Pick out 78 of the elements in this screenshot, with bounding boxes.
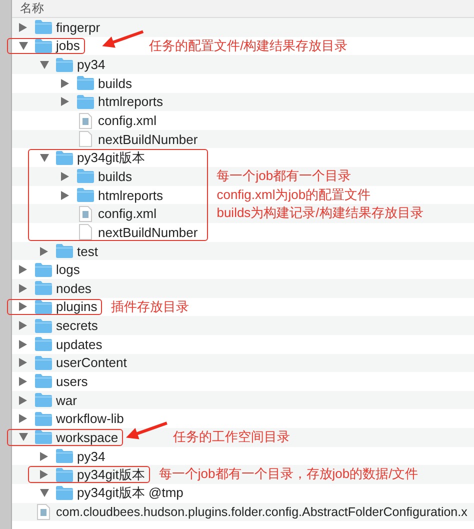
annotation-text: config.xml为job的配置文件 [216, 186, 372, 204]
disclosure-right-icon[interactable] [19, 302, 27, 312]
folder-icon [34, 318, 52, 333]
folder-name[interactable]: war [54, 392, 77, 408]
folder-name[interactable]: nodes [54, 280, 92, 296]
disclosure-right-icon[interactable] [19, 396, 27, 405]
disclosure-right-icon[interactable] [61, 172, 69, 181]
annotation-text: 每一个job都有一个目录 [216, 167, 352, 186]
folder-icon [34, 430, 52, 444]
folder-icon [56, 244, 72, 258]
disclosure-right-icon[interactable] [19, 265, 27, 274]
folder-icon [34, 20, 52, 34]
folder-name[interactable]: workspace [54, 430, 118, 445]
disclosure-right-icon[interactable] [40, 452, 48, 461]
folder-name[interactable]: workflow-lib [54, 411, 124, 426]
file-name[interactable]: nextBuildNumber [96, 132, 198, 147]
folder-icon [76, 94, 94, 109]
folder-name[interactable]: secrets [54, 318, 98, 334]
folder-name[interactable]: py34git版本 @tmp [75, 484, 184, 502]
folder-icon [34, 300, 52, 314]
folder-name[interactable]: htmlreports [96, 94, 164, 110]
disclosure-right-icon[interactable] [19, 321, 27, 330]
folder-icon [76, 169, 94, 184]
folder-name[interactable]: userContent [54, 355, 127, 370]
annotation-text: 任务的工作空间目录 [172, 428, 290, 446]
disclosure-right-icon[interactable] [40, 246, 48, 256]
disclosure-right-icon[interactable] [61, 97, 69, 106]
folder-icon [34, 281, 52, 296]
file-name[interactable]: config.xml [96, 113, 157, 128]
folder-icon [34, 356, 52, 370]
folder-icon [56, 468, 72, 482]
annotation-text: 每一个job都有一个目录，存放job的数据/文件 [158, 465, 418, 484]
disclosure-down-icon[interactable] [40, 489, 48, 498]
annotation-text: builds为构建记录/构建结果存放目录 [216, 204, 424, 222]
folder-icon [34, 393, 52, 408]
disclosure-down-icon[interactable] [18, 42, 28, 50]
disclosure-right-icon[interactable] [19, 340, 27, 349]
disclosure-down-icon[interactable] [18, 433, 28, 442]
folder-icon [56, 58, 72, 72]
folder-icon [34, 38, 52, 53]
folder-name[interactable]: py34 [75, 57, 106, 72]
column-header[interactable]: 名称 [12, 0, 474, 18]
folder-icon [76, 76, 94, 90]
disclosure-right-icon[interactable] [19, 22, 27, 32]
folder-name[interactable]: fingerpr [54, 20, 100, 35]
folder-icon [56, 486, 72, 500]
folder-name[interactable]: py34git版本 [75, 148, 145, 167]
disclosure-right-icon[interactable] [19, 358, 27, 368]
disclosure-right-icon[interactable] [19, 376, 27, 386]
folder-name[interactable]: builds [96, 168, 132, 184]
folder-name[interactable]: users [54, 374, 88, 389]
folder-icon [34, 412, 52, 426]
folder-name[interactable]: py34git版本 [75, 466, 145, 484]
folder-name[interactable]: logs [54, 262, 80, 278]
folder-name[interactable]: plugins [54, 299, 98, 314]
folder-icon [56, 150, 72, 165]
disclosure-right-icon[interactable] [61, 78, 69, 88]
folder-icon [56, 449, 72, 464]
disclosure-right-icon[interactable] [19, 284, 27, 293]
folder-name[interactable]: builds [96, 76, 132, 91]
file-name[interactable]: config.xml [96, 206, 157, 222]
folder-icon [34, 337, 52, 352]
annotation-text: 任务的配置文件/构建结果存放目录 [149, 36, 348, 55]
disclosure-right-icon[interactable] [19, 414, 27, 424]
folder-icon [34, 262, 52, 277]
disclosure-right-icon[interactable] [61, 190, 69, 200]
folder-name[interactable]: updates [54, 336, 102, 352]
disclosure-down-icon[interactable] [40, 154, 48, 162]
folder-icon [76, 188, 94, 202]
disclosure-right-icon[interactable] [40, 470, 48, 480]
file-name[interactable]: nextBuildNumber [96, 224, 198, 240]
folder-icon [34, 374, 52, 388]
folder-name[interactable]: jobs [54, 38, 80, 54]
annotation-text: 插件存放目录 [111, 298, 190, 316]
folder-name[interactable]: py34 [75, 448, 106, 464]
disclosure-down-icon[interactable] [40, 60, 48, 69]
folder-name[interactable]: test [75, 244, 98, 258]
folder-name[interactable]: htmlreports [96, 188, 164, 203]
